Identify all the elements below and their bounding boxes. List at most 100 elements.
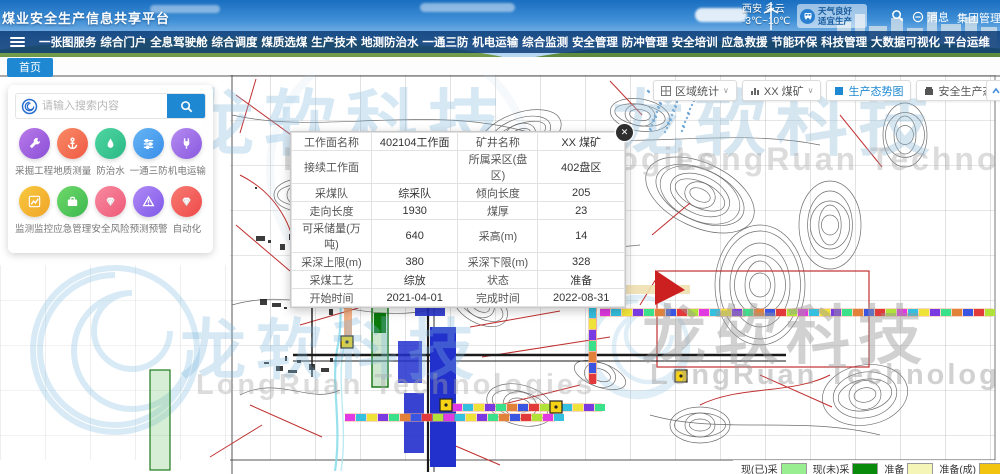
dialog-value: 640 xyxy=(371,220,458,253)
legend-label: 现(已)采 xyxy=(741,461,778,474)
map-icon xyxy=(834,86,844,96)
dialog-row: 工作面名称402104工作面矿井名称XX 煤矿 xyxy=(292,133,625,151)
anchor-icon xyxy=(57,128,88,159)
dialog-label: 工作面名称 xyxy=(292,133,372,151)
messages-button[interactable]: 消息 xyxy=(912,9,949,25)
search-icon[interactable] xyxy=(891,9,904,27)
chart-bars-icon xyxy=(750,86,760,96)
dialog-value: XX 煤矿 xyxy=(538,133,625,151)
nav-item-14[interactable]: 节能环保 xyxy=(771,34,817,50)
nav-item-17[interactable]: 平台运维 xyxy=(944,34,990,50)
nav-item-3[interactable]: 综合调度 xyxy=(212,34,258,50)
chevron-down-icon: ∨ xyxy=(723,86,729,95)
gem-icon xyxy=(171,186,202,217)
nav-item-0[interactable]: 一张图服务 xyxy=(39,34,97,50)
nav-item-1[interactable]: 综合门户 xyxy=(100,34,146,50)
tab-bar: 首页 xyxy=(0,57,1000,75)
dialog-value: 2022-08-31 xyxy=(538,289,625,307)
production-map-label: 生产态势图 xyxy=(848,83,903,99)
map-canvas[interactable]: 龙软科技 龙软科技 LongRuan Technologies LongRuan… xyxy=(0,75,1000,474)
vehicle-icon xyxy=(800,9,815,24)
workface-dialog: ✕ 工作面名称402104工作面矿井名称XX 煤矿接续工作面所属采区(盘区)40… xyxy=(290,131,626,308)
hamburger-icon[interactable] xyxy=(10,35,25,49)
collapse-button[interactable] xyxy=(986,80,1000,101)
app-item-2[interactable]: 防治水 xyxy=(91,128,129,177)
production-map-button[interactable]: 生产态势图 xyxy=(826,80,911,101)
mine-select[interactable]: XX 煤矿∨ xyxy=(742,80,822,101)
mine-select-label: XX 煤矿 xyxy=(764,83,804,99)
app-item-1[interactable]: 地质测量 xyxy=(53,128,91,177)
gem-icon xyxy=(95,186,126,217)
warning-icon xyxy=(133,186,164,217)
legend-label: 现(未)采 xyxy=(813,461,850,474)
close-icon[interactable]: ✕ xyxy=(616,124,633,141)
nav-item-13[interactable]: 应急救援 xyxy=(721,34,767,50)
nav-item-2[interactable]: 全息驾驶舱 xyxy=(150,34,208,50)
nav-item-10[interactable]: 安全管理 xyxy=(572,34,618,50)
search-bar xyxy=(15,93,206,119)
wrench-icon xyxy=(19,128,50,159)
dialog-label: 开始时间 xyxy=(292,289,372,307)
badge-line1: 天气良好 xyxy=(818,6,852,16)
nav-item-8[interactable]: 机电运输 xyxy=(472,34,518,50)
app-label: 防治水 xyxy=(96,163,125,177)
nav-item-16[interactable]: 大数据可视化 xyxy=(871,34,940,50)
longruan-logo-icon xyxy=(16,98,42,115)
legend-swatch xyxy=(781,463,807,474)
nav-item-15[interactable]: 科技管理 xyxy=(821,34,867,50)
dialog-label: 所属采区(盘区) xyxy=(458,151,538,184)
nav-item-5[interactable]: 生产技术 xyxy=(311,34,357,50)
user-menu[interactable]: 集团管理员 xyxy=(957,10,1000,26)
legend-item: 现(已)采 xyxy=(735,461,807,474)
cloud-decor xyxy=(695,8,747,22)
messages-label: 消息 xyxy=(927,9,949,25)
app-label: 机电运输 xyxy=(168,163,206,177)
screen: 煤业安全生产信息共享平台 西安 多云 -3℃~10℃ 天气良好 适宜生产 xyxy=(0,0,1000,474)
cloud-decor xyxy=(420,3,515,12)
dialog-row: 走向长度1930煤厚23 xyxy=(292,202,625,220)
legend-item: 准备(成) xyxy=(933,461,1000,474)
app-item-3[interactable]: 一通三防 xyxy=(130,128,168,177)
legend-label: 准备(成) xyxy=(939,461,976,474)
dialog-value: 2021-04-01 xyxy=(371,289,458,307)
app-item-7[interactable]: 安全风险 xyxy=(91,186,129,235)
search-button[interactable] xyxy=(167,93,205,119)
search-input[interactable] xyxy=(42,100,167,112)
nav-item-12[interactable]: 安全培训 xyxy=(672,34,718,50)
dialog-label: 接续工作面 xyxy=(292,151,372,184)
dialog-label: 矿井名称 xyxy=(458,133,538,151)
droplet-icon xyxy=(95,128,126,159)
tab-home[interactable]: 首页 xyxy=(7,58,53,77)
app-item-9[interactable]: 自动化 xyxy=(168,186,206,235)
app-item-4[interactable]: 机电运输 xyxy=(168,128,206,177)
dialog-row: 开始时间2021-04-01完成时间2022-08-31 xyxy=(292,289,625,307)
app-grid: 采掘工程地质测量防治水一通三防机电运输监测监控应急管理安全风险预测预警自动化 xyxy=(15,128,206,244)
quick-access-panel: 采掘工程地质测量防治水一通三防机电运输监测监控应急管理安全风险预测预警自动化 xyxy=(8,85,213,253)
dialog-value: 328 xyxy=(538,253,625,271)
briefcase-icon xyxy=(57,186,88,217)
dialog-value xyxy=(371,151,458,184)
app-title: 煤业安全生产信息共享平台 xyxy=(2,8,170,27)
weather-badge: 天气良好 适宜生产 xyxy=(797,4,867,28)
app-label: 地质测量 xyxy=(53,163,91,177)
app-item-0[interactable]: 采掘工程 xyxy=(15,128,53,177)
plug-icon xyxy=(171,128,202,159)
legend-label: 准备 xyxy=(884,461,904,474)
dialog-row: 接续工作面所属采区(盘区)402盘区 xyxy=(292,151,625,184)
app-item-8[interactable]: 预测预警 xyxy=(130,186,168,235)
app-item-5[interactable]: 监测监控 xyxy=(15,186,53,235)
nav-item-7[interactable]: 一通三防 xyxy=(422,34,468,50)
app-item-6[interactable]: 应急管理 xyxy=(53,186,91,235)
dialog-label: 采煤队 xyxy=(292,184,372,202)
dialog-label: 采深下限(m) xyxy=(458,253,538,271)
dialog-label: 状态 xyxy=(458,271,538,289)
message-icon xyxy=(912,11,924,23)
dialog-label: 完成时间 xyxy=(458,289,538,307)
nav-item-6[interactable]: 地测防治水 xyxy=(361,34,419,50)
dialog-value: 准备 xyxy=(538,271,625,289)
nav-item-9[interactable]: 综合监测 xyxy=(522,34,568,50)
region-stats-button[interactable]: 区域统计∨ xyxy=(653,80,737,101)
nav-item-11[interactable]: 防冲管理 xyxy=(622,34,668,50)
dialog-value: 23 xyxy=(538,202,625,220)
nav-item-4[interactable]: 煤质选煤 xyxy=(261,34,307,50)
